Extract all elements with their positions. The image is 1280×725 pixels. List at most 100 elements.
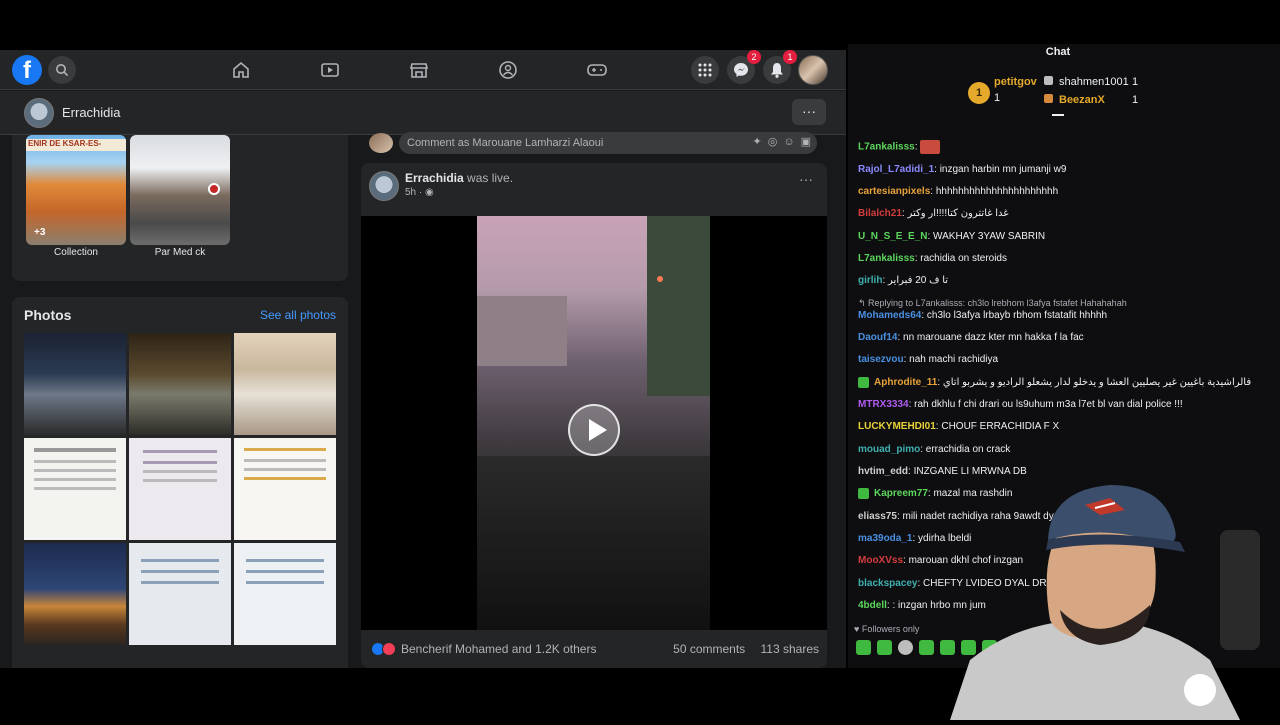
chat-username[interactable]: Bilalch21 [858, 208, 902, 219]
video-crowd [477, 456, 710, 630]
nav-marketplace[interactable] [407, 58, 431, 82]
chat-username[interactable]: Rajol_L7adidi_1 [858, 164, 934, 175]
chat-text: nn marouane dazz kter mn hakka f la fac [900, 332, 1084, 343]
emote-icon[interactable] [919, 640, 934, 655]
reactions-text[interactable]: Bencherif Mohamed and 1.2K others [401, 642, 596, 656]
chat-username[interactable]: L7ankalisss [858, 142, 915, 153]
grid-menu-icon [698, 63, 712, 77]
chat-username[interactable]: Daouf14 [858, 332, 897, 343]
gaming-icon [587, 64, 607, 76]
post-timestamp[interactable]: 5h · [405, 187, 425, 198]
post-author-avatar[interactable] [369, 171, 399, 201]
chat-username[interactable]: ma39oda_1 [858, 533, 912, 544]
leaderboard-name[interactable]: BeezanX [1059, 94, 1105, 106]
search-button[interactable] [48, 56, 76, 84]
album-collection[interactable]: ENIR DE KSAR-ES- +3 [26, 135, 126, 245]
album-label[interactable]: Par Med ck [130, 247, 230, 258]
chat-username[interactable]: eliass75 [858, 511, 897, 522]
emote-icon[interactable] [877, 640, 892, 655]
chat-text: تا ف 20 فبراير [885, 275, 949, 286]
photo-thumbnail[interactable] [234, 438, 336, 540]
leaderboard-name[interactable]: shahmen1001 [1059, 76, 1129, 88]
scroll-indicator-icon[interactable] [1052, 114, 1064, 116]
groups-icon [499, 61, 517, 79]
chat-username[interactable]: MTRX3334 [858, 399, 909, 410]
chat-message: L7ankalisss: rachidia on steroids [858, 253, 1007, 264]
post-title: Errachidia was live. [405, 171, 513, 185]
chat-message: Aphrodite_11: فالراشيدية باغيين غير يصلي… [858, 376, 1278, 389]
photos-title: Photos [24, 307, 72, 323]
chat-text: ch3lo l3afya lrbayb rbhom fstatafit hhhh… [924, 310, 1108, 321]
shares-count[interactable]: 113 shares [761, 642, 819, 656]
photo-thumbnail[interactable] [24, 333, 126, 435]
chat-username[interactable]: cartesianpixels [858, 186, 930, 197]
play-button[interactable] [568, 404, 620, 456]
video-frame[interactable] [477, 216, 710, 630]
see-all-photos-link[interactable]: See all photos [260, 308, 336, 322]
post-author[interactable]: Errachidia [405, 171, 464, 185]
nav-home[interactable] [229, 58, 253, 82]
nav-watch[interactable] [318, 58, 342, 82]
emote-icon[interactable] [898, 640, 913, 655]
photo-thumbnail[interactable] [129, 333, 231, 435]
gif-icon[interactable]: ◎ [768, 136, 784, 148]
sticker-icon[interactable]: ✦ [753, 136, 768, 148]
chat-username[interactable]: U_N_S_E_E_N [858, 231, 927, 242]
chat-username[interactable]: girlih [858, 275, 882, 286]
chat-text: فالراشيدية باغيين غير يصليين العشا و يدخ… [940, 377, 1252, 388]
photo-thumbnail[interactable] [234, 543, 336, 645]
photo-thumbnail[interactable] [24, 438, 126, 540]
public-globe-icon: ◉ [425, 187, 434, 198]
leaderboard-name[interactable]: petitgov [994, 76, 1037, 88]
nav-groups[interactable] [496, 58, 520, 82]
reactions-summary[interactable]: Bencherif Mohamed and 1.2K others [371, 642, 596, 656]
chat-text: errachidia on crack [923, 444, 1011, 455]
chat-username[interactable]: LUCKYMEHDI01 [858, 421, 936, 432]
menu-button[interactable] [691, 56, 719, 84]
chat-message: MTRX3334: rah dkhlu f chi drari ou ls9uh… [858, 399, 1183, 410]
photo-thumbnail[interactable] [129, 543, 231, 645]
silver-badge-icon [1044, 76, 1053, 85]
facebook-logo[interactable]: f [12, 55, 42, 85]
chat-username[interactable]: taisezvou [858, 354, 904, 365]
album-par-med-ck[interactable] [130, 135, 230, 245]
page-more-button[interactable]: ··· [792, 99, 826, 125]
chat-username[interactable]: mouad_pimo [858, 444, 920, 455]
photo-thumbnail[interactable] [234, 333, 336, 435]
messenger-button[interactable]: 2 [727, 50, 761, 84]
chat-username[interactable]: hvtim_edd [858, 466, 908, 477]
video-tree [647, 216, 710, 396]
messenger-icon [734, 63, 748, 77]
chat-username[interactable]: Mohameds64 [858, 310, 921, 321]
post-more-button[interactable]: ··· [799, 171, 813, 187]
chat-username[interactable]: blackspacey [858, 578, 918, 589]
notifications-button[interactable]: 1 [763, 50, 797, 84]
photo-thumbnail[interactable] [129, 438, 231, 540]
emoji-icon[interactable]: ☺ [783, 136, 800, 148]
chat-username[interactable]: Kapreem77 [874, 488, 928, 499]
album-label[interactable]: Collection [26, 247, 126, 258]
followers-only-label: ♥ Followers only [854, 624, 920, 634]
account-avatar[interactable] [798, 55, 828, 85]
camera-icon[interactable]: ▣ [801, 136, 817, 148]
chat-username[interactable]: Aphrodite_11 [874, 377, 937, 388]
chat-username[interactable]: L7ankalisss [858, 253, 915, 264]
photo-thumbnail[interactable] [24, 543, 126, 645]
page-avatar[interactable] [24, 98, 54, 128]
comments-count[interactable]: 50 comments [673, 642, 745, 656]
video-light [657, 276, 663, 282]
nav-gaming[interactable] [585, 58, 609, 82]
emote-icon[interactable] [856, 640, 871, 655]
streamer-figure [950, 485, 1260, 720]
chat-message: taisezvou: nah machi rachidiya [858, 354, 999, 365]
chat-message: mouad_pimo: errachidia on crack [858, 444, 1011, 455]
chat-username[interactable]: MooXVss [858, 555, 903, 566]
live-video-post: Errachidia was live. 5h · ◉ ··· Bencheri… [361, 163, 827, 668]
facebook-top-bar: f 2 1 [0, 50, 846, 90]
chat-text: rachidia on steroids [917, 253, 1007, 264]
chat-badge-icon [858, 376, 869, 388]
page-name[interactable]: Errachidia [62, 105, 121, 120]
chat-username[interactable]: 4bdell [858, 600, 887, 611]
photos-card: Photos See all photos [12, 297, 348, 668]
video-player[interactable] [361, 216, 827, 630]
